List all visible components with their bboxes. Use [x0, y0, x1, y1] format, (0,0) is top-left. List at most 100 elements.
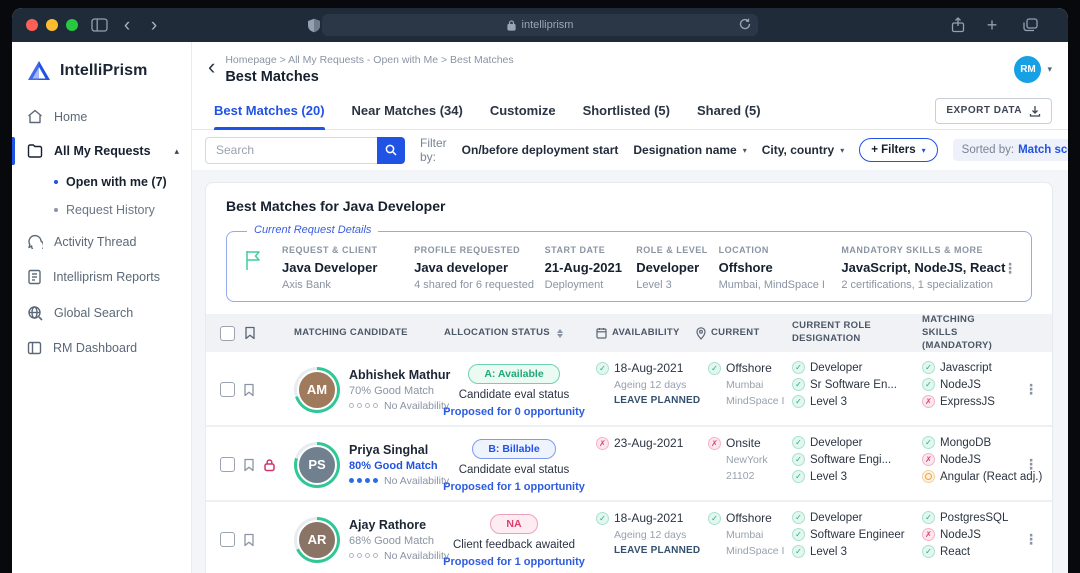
row-select-cell	[206, 436, 294, 493]
skill-text: React	[940, 546, 970, 558]
bookmark-icon[interactable]	[243, 533, 255, 547]
kebab-icon[interactable]: ⋮	[1003, 260, 1017, 277]
panel-field-start-date: START DATE 21-Aug-2021 Deployment	[545, 245, 620, 291]
minimize-window-icon[interactable]	[46, 19, 58, 31]
field-label: LOCATION	[719, 245, 825, 255]
forward-icon[interactable]: ›	[143, 8, 165, 42]
field-sub: Deployment	[545, 279, 620, 291]
match-score: 68% Good Match	[349, 535, 449, 547]
place-text: Offshore	[726, 361, 772, 375]
header-matching-skills[interactable]: MATCHING SKILLS (MANDATORY)	[914, 314, 1010, 352]
check-icon: ✓	[922, 545, 935, 558]
sidebar-item-request-history[interactable]: Request History	[12, 196, 191, 224]
sort-icon[interactable]	[557, 329, 563, 338]
current-site: 21102	[726, 470, 784, 482]
filter-designation-name[interactable]: Designation name ▾	[633, 143, 746, 157]
availability-date: ✓18-Aug-2021	[596, 361, 696, 375]
skills-cell: ✓Javascript✓NodeJS✗ExpressJS	[914, 361, 1010, 418]
filter-deployment-start[interactable]: On/before deployment start	[462, 143, 619, 157]
skill-line: Angular (React adj.)	[922, 470, 1010, 483]
panel-field-mandatory-skills: MANDATORY SKILLS & MORE JavaScript, Node…	[841, 245, 986, 291]
tab-shortlisted[interactable]: Shortlisted (5)	[583, 92, 670, 129]
refresh-icon[interactable]	[739, 18, 751, 33]
sidebar-item-all-my-requests[interactable]: All My Requests ▴	[12, 134, 191, 168]
proposed-opportunity-link[interactable]: Proposed for 0 opportunity	[443, 406, 585, 418]
sidebar-item-label: Activity Thread	[54, 235, 136, 249]
search-button[interactable]	[377, 137, 405, 164]
chevron-down-icon[interactable]: ▾	[1047, 64, 1052, 75]
tab-shared[interactable]: Shared (5)	[697, 92, 761, 129]
more-filters-button[interactable]: + Filters ▾	[859, 138, 937, 162]
sidebar-toggle-icon[interactable]	[86, 8, 112, 42]
allocation-status-pill: NA	[490, 514, 537, 534]
role-line: ✓Level 3	[792, 470, 914, 483]
share-icon[interactable]	[946, 8, 970, 42]
breadcrumb[interactable]: Homepage > All My Requests - Open with M…	[225, 54, 513, 66]
tab-near-matches[interactable]: Near Matches (34)	[352, 92, 463, 129]
new-tab-icon[interactable]: +	[980, 8, 1004, 42]
header-current[interactable]: CURRENT	[696, 327, 784, 340]
availability-dots: No Availability	[349, 550, 449, 562]
check-icon: ✓	[792, 395, 805, 408]
row-checkbox[interactable]	[220, 382, 235, 397]
proposed-opportunity-link[interactable]: Proposed for 1 opportunity	[443, 481, 585, 493]
header-allocation-status[interactable]: ALLOCATION STATUS	[444, 327, 584, 340]
sidebar-item-home[interactable]: Home	[12, 99, 191, 134]
avatar[interactable]: PS	[297, 445, 337, 485]
sidebar-item-label: Open with me (7)	[66, 175, 167, 189]
tabs: Best Matches (20) Near Matches (34) Cust…	[192, 92, 1068, 130]
header-matching-candidate[interactable]: MATCHING CANDIDATE	[294, 327, 444, 340]
tab-overview-icon[interactable]	[1018, 8, 1042, 42]
back-icon[interactable]: ‹	[116, 8, 138, 42]
kebab-icon[interactable]: ⋮	[1024, 381, 1038, 398]
candidate-name[interactable]: Abhishek Mathur	[349, 368, 450, 382]
candidate-name[interactable]: Priya Singhal	[349, 443, 449, 457]
date-text: 18-Aug-2021	[614, 511, 683, 525]
place-text: Onsite	[726, 436, 761, 450]
current-site: MindSpace I	[726, 545, 784, 557]
intelliprism-logo-icon	[26, 59, 52, 83]
sorted-by-control[interactable]: Sorted by: Match score ▾	[953, 139, 1068, 161]
check-icon: ✓	[792, 378, 805, 391]
candidate-name[interactable]: Ajay Rathore	[349, 518, 449, 532]
kebab-icon[interactable]: ⋮	[1024, 456, 1038, 473]
tab-customize[interactable]: Customize	[490, 92, 556, 129]
more-filters-label: + Filters	[871, 144, 915, 156]
home-icon	[27, 109, 43, 124]
bookmark-icon[interactable]	[243, 458, 255, 472]
sidebar-item-intelliprism-reports[interactable]: Intelliprism Reports	[12, 259, 191, 295]
select-all-checkbox[interactable]	[220, 326, 235, 341]
zoom-window-icon[interactable]	[66, 19, 78, 31]
kebab-icon[interactable]: ⋮	[1024, 531, 1038, 548]
brand: IntelliPrism	[12, 42, 191, 99]
export-data-button[interactable]: EXPORT DATA	[935, 98, 1052, 124]
avatar[interactable]: AM	[297, 370, 337, 410]
bookmark-icon[interactable]	[244, 326, 256, 340]
row-checkbox[interactable]	[220, 457, 235, 472]
availability-dot-icon	[357, 478, 362, 483]
candidate-cell: ARAjay Rathore68% Good MatchNo Availabil…	[294, 511, 444, 568]
row-checkbox[interactable]	[220, 532, 235, 547]
filter-city-country[interactable]: City, country ▾	[762, 143, 844, 157]
check-icon: ✓	[792, 453, 805, 466]
sidebar-item-open-with-me[interactable]: Open with me (7)	[12, 168, 191, 196]
avatar[interactable]: AR	[297, 520, 337, 560]
export-data-label: EXPORT DATA	[946, 105, 1022, 116]
search-input[interactable]	[205, 137, 377, 164]
proposed-opportunity-link[interactable]: Proposed for 1 opportunity	[443, 556, 585, 568]
role-text: Software Engineer	[810, 529, 905, 541]
address-bar[interactable]: intelliprism	[322, 14, 758, 36]
close-window-icon[interactable]	[26, 19, 38, 31]
sidebar-item-activity-thread[interactable]: Activity Thread	[12, 224, 191, 259]
bookmark-icon[interactable]	[243, 383, 255, 397]
avatar[interactable]: RM	[1014, 56, 1041, 83]
back-chevron-icon[interactable]: ‹	[202, 54, 225, 84]
header-availability[interactable]: AVAILABILITY	[584, 327, 696, 340]
sidebar-item-global-search[interactable]: Global Search	[12, 295, 191, 331]
availability-cell: ✓18-Aug-2021Ageing 12 daysLEAVE PLANNED	[584, 361, 696, 418]
tab-best-matches[interactable]: Best Matches (20)	[214, 92, 325, 129]
sidebar-item-rm-dashboard[interactable]: RM Dashboard	[12, 331, 191, 365]
header-current-role[interactable]: CURRENT ROLE DESIGNATION	[784, 320, 914, 346]
current-city: Mumbai	[726, 529, 784, 541]
role-line: ✓Developer	[792, 436, 914, 449]
